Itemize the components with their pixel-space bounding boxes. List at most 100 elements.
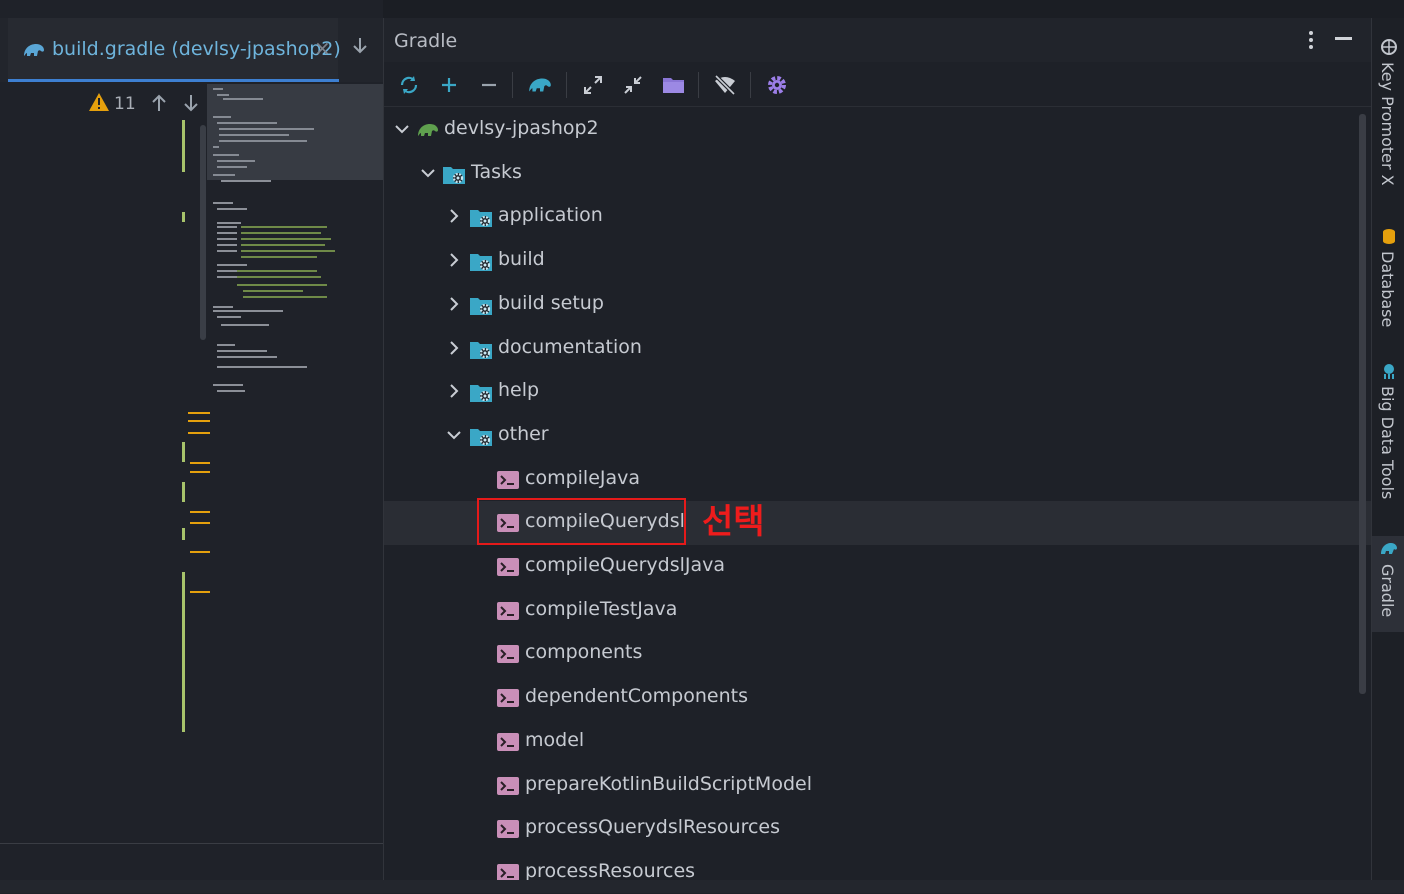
- chevron-right-icon[interactable]: [446, 340, 462, 356]
- task-folder-icon: [470, 385, 492, 402]
- chevron-right-icon[interactable]: [446, 252, 462, 268]
- tree-item-label: processResources: [525, 860, 696, 882]
- tree-item-label: model: [525, 729, 585, 751]
- tree-task-compileTestJava[interactable]: compileTestJava: [384, 589, 1372, 633]
- task-folder-icon: [470, 429, 492, 446]
- stripe-big-data-tools[interactable]: Big Data Tools: [1372, 358, 1404, 538]
- arrow-up-icon[interactable]: [150, 93, 168, 113]
- tree-task-compileQuerydslJava[interactable]: compileQuerydslJava: [384, 545, 1372, 589]
- gradle-header: Gradle: [384, 18, 1372, 62]
- task-icon: [497, 733, 519, 751]
- arrow-down-icon[interactable]: [350, 36, 370, 56]
- tree-item-label: build setup: [498, 292, 604, 314]
- task-folder-icon: [470, 298, 492, 315]
- task-folder-icon: [443, 167, 465, 184]
- chevron-down-icon[interactable]: [420, 165, 436, 181]
- tree-item-label: dependentComponents: [525, 685, 748, 707]
- right-tool-stripe: Key Promoter X Database Big Data Tools Grad…: [1371, 18, 1404, 893]
- tree-item-label: other: [498, 423, 549, 445]
- task-icon: [497, 645, 519, 663]
- close-icon[interactable]: ×: [314, 36, 331, 60]
- annotation-label: 선택: [702, 502, 765, 542]
- change-markers: [182, 120, 185, 732]
- gradle-project-icon: [418, 124, 438, 136]
- chevron-right-icon[interactable]: [446, 208, 462, 224]
- toolbar-separator: [566, 72, 567, 98]
- stripe-label: Gradle: [1378, 564, 1397, 618]
- stripe-label: Database: [1378, 251, 1397, 328]
- toolbar-separator: [512, 72, 513, 98]
- remove-icon[interactable]: [474, 70, 504, 100]
- tree-item-label: build: [498, 248, 545, 270]
- reload-icon[interactable]: [394, 70, 424, 100]
- tree-project[interactable]: devlsy-jpashop2: [384, 108, 1372, 152]
- warning-icon: [89, 93, 109, 111]
- add-icon[interactable]: [434, 70, 464, 100]
- chevron-right-icon[interactable]: [446, 383, 462, 399]
- warning-count: 11: [114, 94, 136, 114]
- task-folder-icon: [470, 210, 492, 227]
- chevron-down-icon[interactable]: [446, 427, 462, 443]
- task-icon: [497, 777, 519, 795]
- tree-group-application[interactable]: application: [384, 195, 1372, 239]
- tree-item-label: compileQuerydslJava: [525, 554, 726, 576]
- editor-tab-build-gradle[interactable]: build.gradle (devlsy-jpashop2) ×: [8, 18, 341, 82]
- settings-icon[interactable]: [762, 70, 792, 100]
- tree-item-label: documentation: [498, 336, 642, 358]
- stripe-label: Key Promoter X: [1378, 62, 1397, 186]
- tree-item-label: prepareKotlinBuildScriptModel: [525, 773, 812, 795]
- active-tab-underline: [8, 79, 339, 82]
- tree-task-components[interactable]: components: [384, 632, 1372, 676]
- elephant-icon[interactable]: [525, 70, 555, 100]
- offline-mode-icon[interactable]: [710, 70, 740, 100]
- gradle-tree: devlsy-jpashop2 Tasks application build buil…: [384, 108, 1372, 893]
- tree-item-label: components: [525, 641, 643, 663]
- tree-item-label: compileJava: [525, 467, 641, 489]
- big-data-tools-icon: [1384, 364, 1394, 379]
- tree-group-build[interactable]: build: [384, 239, 1372, 283]
- editor-tab-bar: build.gradle (devlsy-jpashop2) ×: [0, 18, 383, 82]
- key-promoter-icon: [1381, 39, 1397, 55]
- task-folder-icon: [470, 342, 492, 359]
- tree-scrollbar[interactable]: [1359, 114, 1366, 694]
- collapse-all-icon[interactable]: [618, 70, 648, 100]
- database-icon: [1383, 229, 1395, 244]
- task-icon: [497, 471, 519, 489]
- tree-group-documentation[interactable]: documentation: [384, 327, 1372, 371]
- tree-task-model[interactable]: model: [384, 720, 1372, 764]
- expand-all-icon[interactable]: [578, 70, 608, 100]
- tree-task-dependentComponents[interactable]: dependentComponents: [384, 676, 1372, 720]
- editor-scrollbar[interactable]: [200, 125, 206, 340]
- tree-group-other[interactable]: other: [384, 414, 1372, 458]
- folder-icon[interactable]: [659, 70, 689, 100]
- stripe-database[interactable]: Database: [1372, 223, 1404, 343]
- tree-item-label: application: [498, 204, 603, 226]
- chevron-down-icon[interactable]: [394, 121, 410, 137]
- more-options-icon[interactable]: [1304, 28, 1318, 52]
- tree-group-build-setup[interactable]: build setup: [384, 283, 1372, 327]
- chevron-right-icon[interactable]: [446, 296, 462, 312]
- stripe-key-promoter-x[interactable]: Key Promoter X: [1372, 34, 1404, 214]
- task-icon: [497, 820, 519, 838]
- tree-task-processQuerydslResources[interactable]: processQuerydslResources: [384, 807, 1372, 851]
- tree-item-label: compileTestJava: [525, 598, 678, 620]
- tree-tasks[interactable]: Tasks: [384, 152, 1372, 196]
- tree-item-label: help: [498, 379, 540, 401]
- window-bottom-bar: [0, 880, 1404, 893]
- stripe-label: Big Data Tools: [1378, 386, 1397, 500]
- gradle-icon: [1381, 543, 1397, 554]
- arrow-down-icon[interactable]: [182, 93, 200, 113]
- tree-task-prepareKotlinBuildScriptModel[interactable]: prepareKotlinBuildScriptModel: [384, 764, 1372, 808]
- editor-panel: build.gradle (devlsy-jpashop2) × 11: [0, 0, 383, 894]
- minimize-icon[interactable]: [1335, 37, 1352, 40]
- tree-group-help[interactable]: help: [384, 370, 1372, 414]
- error-stripe-marks: [188, 412, 210, 593]
- stripe-gradle[interactable]: Gradle: [1372, 536, 1404, 632]
- tree-item-label: processQuerydslResources: [525, 816, 781, 838]
- toolbar-separator: [750, 72, 751, 98]
- minimap-viewport[interactable]: [207, 84, 383, 180]
- task-folder-icon: [470, 254, 492, 271]
- gradle-toolbar: [384, 62, 1372, 107]
- gradle-tool-window: Gradle devlsy-jpashop2 Tasks application…: [383, 18, 1372, 893]
- tree-task-compileJava[interactable]: compileJava: [384, 458, 1372, 502]
